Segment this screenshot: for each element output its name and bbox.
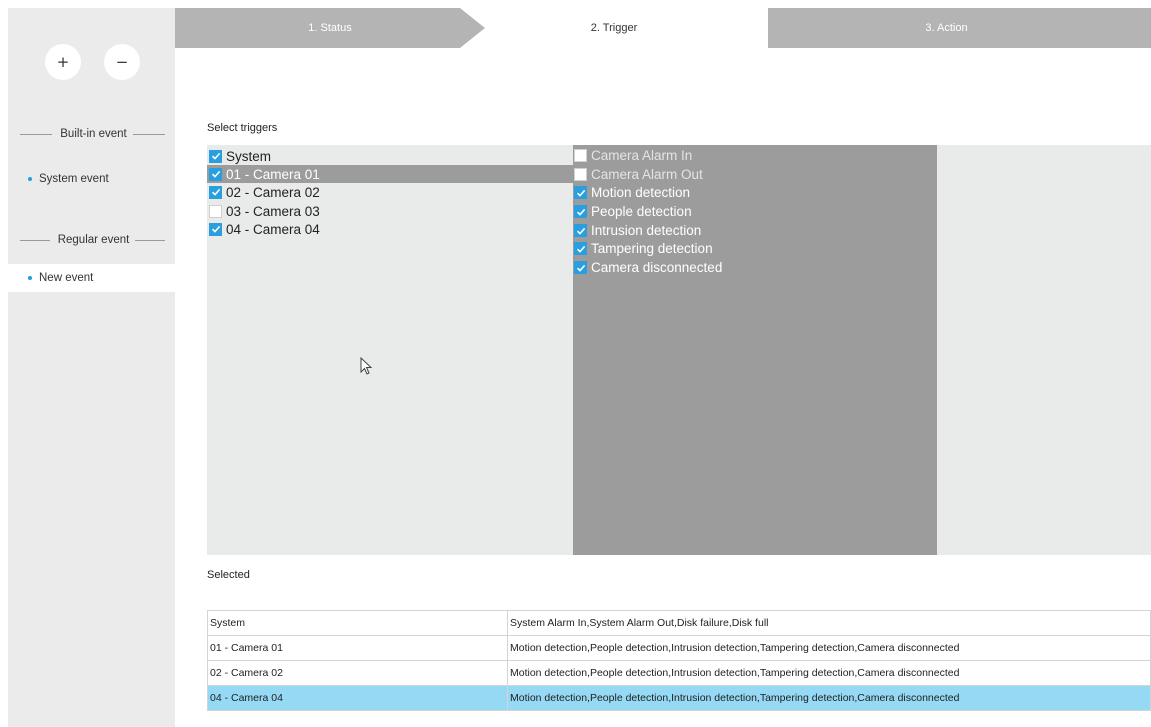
step-status[interactable]: 1. Status — [175, 8, 485, 48]
divider — [20, 239, 50, 241]
source-row-camera-01[interactable]: 01 - Camera 01 — [207, 165, 573, 183]
sidebar-item-label: System event — [39, 173, 109, 185]
wizard-steps: 3. Action 2. Trigger 1. Status — [175, 8, 1151, 48]
table-row[interactable]: System System Alarm In,System Alarm Out,… — [207, 610, 1151, 636]
checkbox-checked-icon[interactable] — [574, 205, 587, 218]
builtin-event-heading: Built-in event — [8, 127, 175, 141]
events-cell: Motion detection,People detection,Intrus… — [507, 660, 1151, 686]
checkbox-unchecked-icon[interactable] — [209, 204, 222, 218]
source-label: 01 - Camera 01 — [226, 166, 320, 182]
checkbox-checked-icon[interactable] — [209, 167, 222, 181]
divider — [135, 239, 166, 241]
source-cell: System — [207, 610, 508, 636]
step-action-label: 3. Action — [925, 22, 968, 34]
checkbox-unchecked-icon[interactable] — [574, 168, 587, 181]
event-row-camera-alarm-in[interactable]: Camera Alarm In — [573, 146, 937, 165]
events-cell: Motion detection,People detection,Intrus… — [507, 635, 1151, 661]
step-status-label: 1. Status — [308, 22, 352, 34]
table-row[interactable]: 01 - Camera 01 Motion detection,People d… — [207, 635, 1151, 661]
select-triggers-heading: Select triggers — [207, 122, 278, 134]
source-cell: 04 - Camera 04 — [207, 685, 508, 711]
trigger-event-list: Camera Alarm In Camera Alarm Out Motion … — [573, 145, 937, 555]
step-action[interactable]: 3. Action — [742, 8, 1151, 48]
event-row-intrusion-detection[interactable]: Intrusion detection — [573, 221, 937, 240]
table-row-highlighted[interactable]: 04 - Camera 04 Motion detection,People d… — [207, 685, 1151, 711]
event-label: Tampering detection — [591, 241, 713, 256]
checkbox-checked-icon[interactable] — [574, 186, 587, 199]
sidebar-item-label: New event — [39, 272, 94, 284]
mouse-cursor-icon — [360, 357, 373, 375]
sidebar: + − Built-in event System event Regular … — [8, 8, 175, 727]
event-label: Motion detection — [591, 185, 691, 200]
sidebar-item-new-event[interactable]: New event — [8, 264, 175, 292]
divider — [132, 133, 166, 135]
event-label: Camera disconnected — [591, 260, 723, 275]
checkbox-checked-icon[interactable] — [209, 222, 222, 236]
source-row-system[interactable]: System — [207, 147, 573, 165]
bullet-icon — [28, 177, 32, 181]
add-event-button[interactable]: + — [45, 44, 81, 80]
event-label: Camera Alarm Out — [591, 167, 703, 182]
source-row-camera-04[interactable]: 04 - Camera 04 — [207, 220, 573, 238]
source-label: 04 - Camera 04 — [226, 221, 320, 237]
builtin-event-heading-label: Built-in event — [60, 128, 127, 140]
step-trigger[interactable]: 2. Trigger — [460, 8, 768, 48]
source-label: 03 - Camera 03 — [226, 203, 320, 219]
source-row-camera-03[interactable]: 03 - Camera 03 — [207, 202, 573, 220]
checkbox-checked-icon[interactable] — [574, 224, 587, 237]
regular-event-heading: Regular event — [8, 233, 175, 247]
event-row-motion-detection[interactable]: Motion detection — [573, 183, 937, 202]
source-label: 02 - Camera 02 — [226, 184, 320, 200]
checkbox-checked-icon[interactable] — [574, 242, 587, 255]
step-trigger-label: 2. Trigger — [590, 22, 638, 34]
remove-event-button[interactable]: − — [104, 44, 140, 80]
checkbox-checked-icon[interactable] — [209, 185, 222, 199]
regular-event-heading-label: Regular event — [57, 234, 130, 246]
source-cell: 01 - Camera 01 — [207, 635, 508, 661]
event-row-camera-alarm-out[interactable]: Camera Alarm Out — [573, 165, 937, 184]
table-row[interactable]: 02 - Camera 02 Motion detection,People d… — [207, 660, 1151, 686]
trigger-extra-panel — [937, 145, 1151, 555]
checkbox-checked-icon[interactable] — [209, 149, 222, 163]
source-label: System — [226, 148, 272, 164]
source-row-camera-02[interactable]: 02 - Camera 02 — [207, 183, 573, 201]
selected-heading: Selected — [207, 569, 250, 581]
event-label: Intrusion detection — [591, 223, 702, 238]
event-label: People detection — [591, 204, 692, 219]
sidebar-item-system-event[interactable]: System event — [8, 165, 175, 193]
events-cell: Motion detection,People detection,Intrus… — [507, 685, 1151, 711]
event-row-tampering-detection[interactable]: Tampering detection — [573, 239, 937, 258]
selected-triggers-table: System System Alarm In,System Alarm Out,… — [207, 610, 1151, 711]
source-cell: 02 - Camera 02 — [207, 660, 508, 686]
event-row-camera-disconnected[interactable]: Camera disconnected — [573, 258, 937, 277]
checkbox-unchecked-icon[interactable] — [574, 149, 587, 162]
events-cell: System Alarm In,System Alarm Out,Disk fa… — [507, 610, 1151, 636]
divider — [20, 133, 53, 135]
checkbox-checked-icon[interactable] — [574, 261, 587, 274]
event-label: Camera Alarm In — [591, 148, 693, 163]
event-row-people-detection[interactable]: People detection — [573, 202, 937, 221]
trigger-source-list: System 01 - Camera 01 02 - Camera 02 03 … — [207, 145, 573, 555]
bullet-icon — [28, 276, 32, 280]
